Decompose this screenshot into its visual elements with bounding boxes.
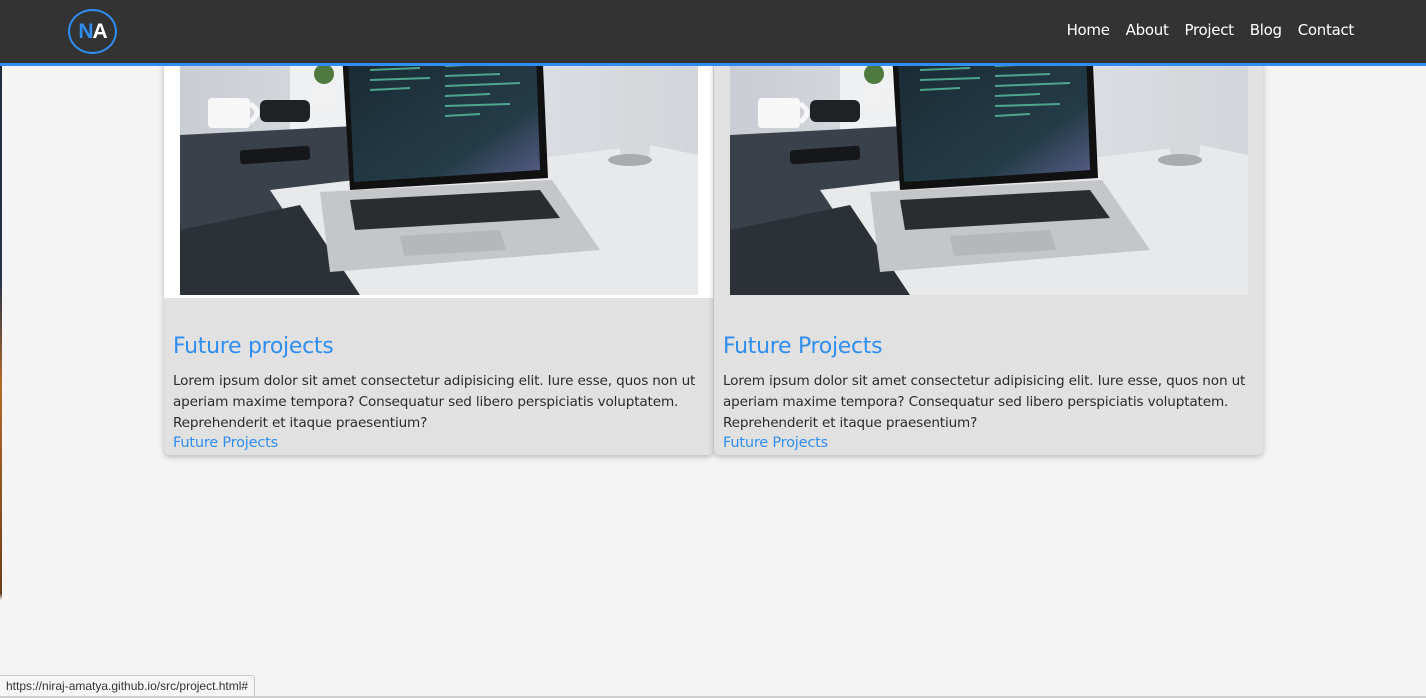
card-link[interactable]: Future Projects <box>723 435 828 451</box>
logo-letter-a: A <box>92 19 108 43</box>
project-card-2: Future Projects Lorem ipsum dolor sit am… <box>714 40 1263 455</box>
nav-menu: Home About Project Blog Contact <box>1067 21 1355 39</box>
nav-home[interactable]: Home <box>1067 21 1110 39</box>
card-link[interactable]: Future Projects <box>173 435 278 451</box>
card-image-frame <box>164 40 713 298</box>
project-card-1: Future projects Lorem ipsum dolor sit am… <box>164 40 713 455</box>
card-description: Lorem ipsum dolor sit amet consectetur a… <box>173 373 696 431</box>
nav-about[interactable]: About <box>1126 21 1169 39</box>
navbar: NA Home About Project Blog Contact <box>0 0 1426 66</box>
laptop-desk-photo-icon <box>180 40 698 295</box>
card-title: Future Projects <box>723 334 883 359</box>
card-image-frame <box>714 40 1263 298</box>
browser-status-bar: https://niraj-amatya.github.io/src/proje… <box>0 675 256 697</box>
page-edge <box>0 0 2 698</box>
nav-blog[interactable]: Blog <box>1250 21 1282 39</box>
logo[interactable]: NA <box>68 9 117 54</box>
laptop-desk-photo-icon <box>730 40 1248 295</box>
logo-letter-n: N <box>78 19 93 43</box>
card-title: Future projects <box>173 334 334 359</box>
nav-contact[interactable]: Contact <box>1298 21 1355 39</box>
nav-project[interactable]: Project <box>1185 21 1235 39</box>
card-description: Lorem ipsum dolor sit amet consectetur a… <box>723 373 1246 431</box>
